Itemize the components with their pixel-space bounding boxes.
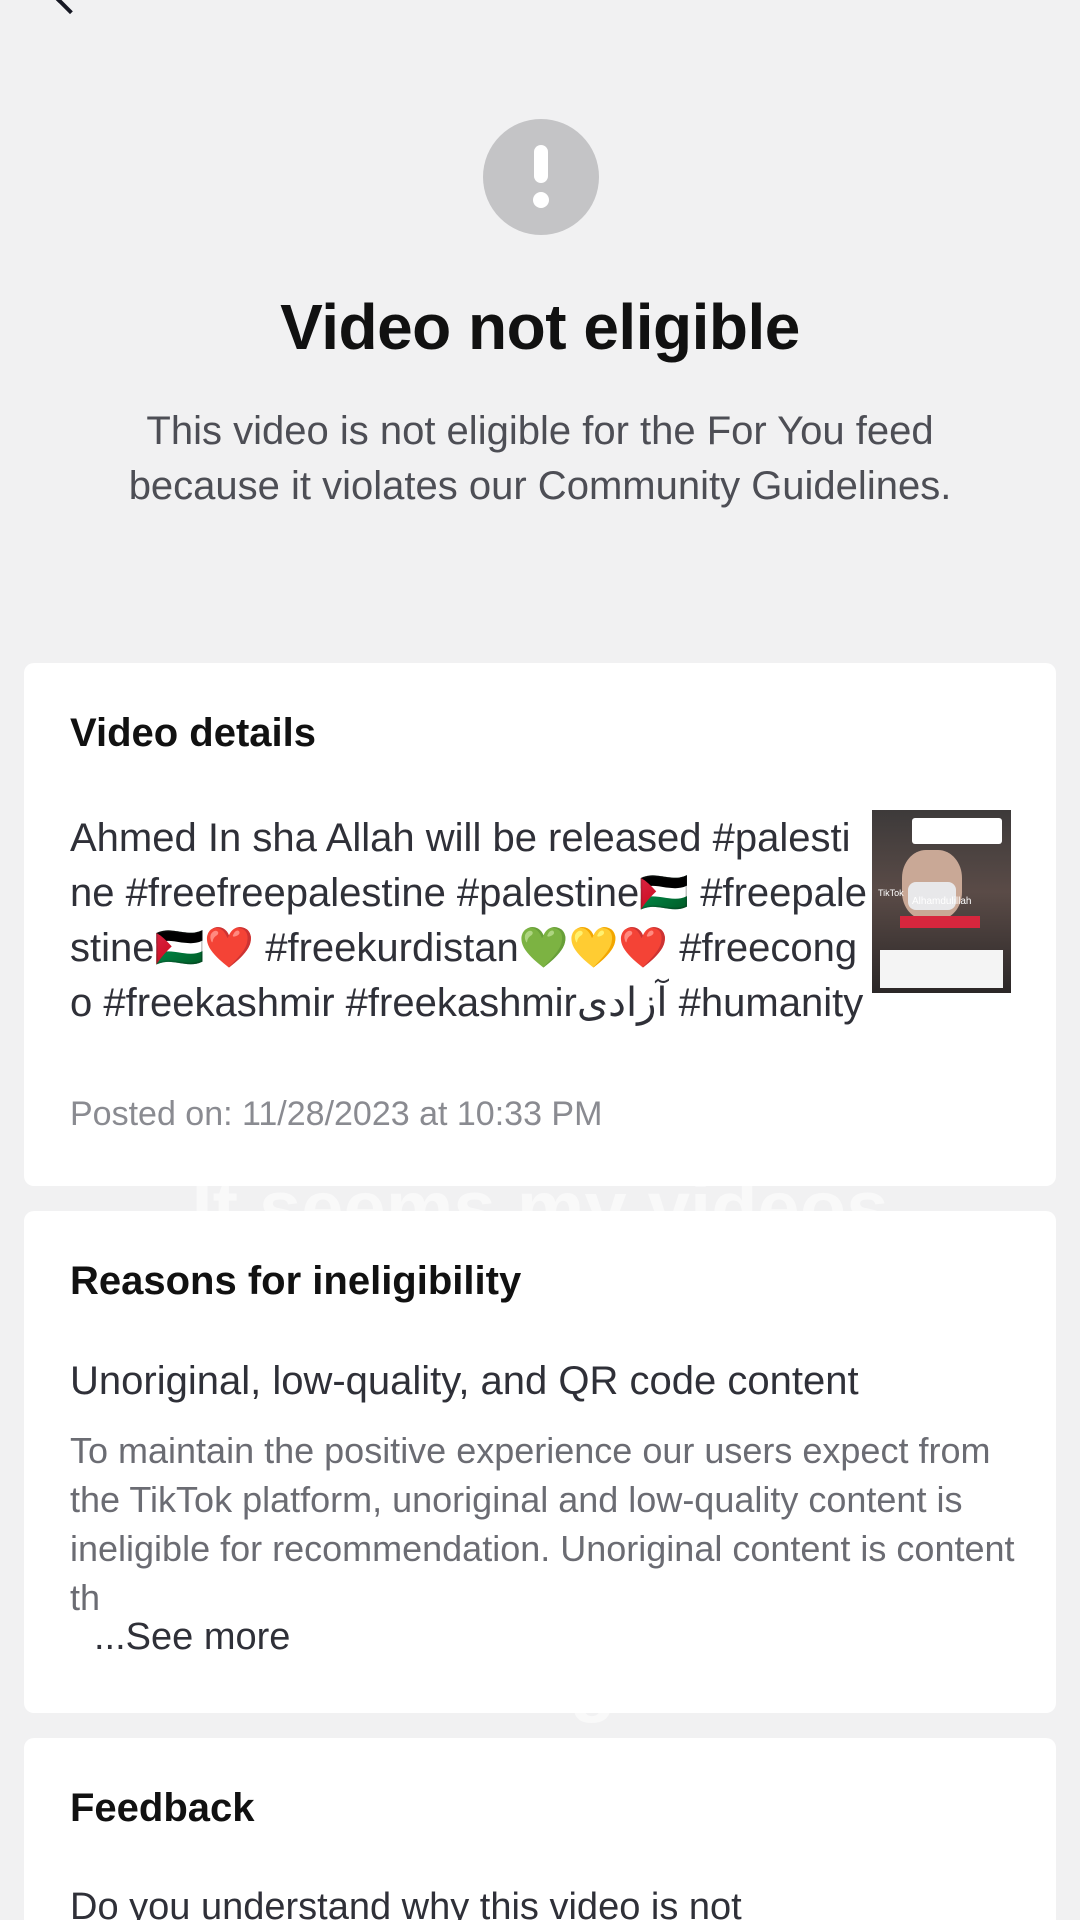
video-description: Ahmed In sha Allah will be released #pal… bbox=[70, 816, 868, 1025]
reason-heading: Unoriginal, low-quality, and QR code con… bbox=[70, 1359, 859, 1403]
exclamation-dot bbox=[533, 192, 549, 208]
posted-on-date: Posted on: 11/28/2023 at 10:33 PM bbox=[70, 1095, 603, 1133]
thumbnail-overlay-text: Alhamdulillah bbox=[912, 896, 972, 907]
page-subtitle: This video is not eligible for the For Y… bbox=[128, 409, 952, 508]
feedback-question: Do you understand why this video is not bbox=[70, 1886, 742, 1920]
see-more-link[interactable]: ...See more bbox=[94, 1616, 299, 1659]
exclamation-circle-icon bbox=[483, 119, 599, 235]
thumbnail-top-text bbox=[912, 818, 1002, 844]
feedback-card: Feedback Do you understand why this vide… bbox=[24, 1738, 1056, 1920]
reason-body: To maintain the positive experience our … bbox=[70, 1430, 1015, 1618]
video-details-title: Video details bbox=[70, 711, 317, 755]
page: Video not eligible This video is not eli… bbox=[0, 0, 1080, 1920]
video-thumbnail[interactable]: TikTok Alhamdulillah bbox=[872, 810, 1011, 993]
thumbnail-red-banner bbox=[900, 916, 980, 928]
thumbnail-caption-box bbox=[880, 950, 1003, 988]
exclamation-bar bbox=[534, 145, 548, 183]
reasons-title: Reasons for ineligibility bbox=[70, 1259, 522, 1303]
video-details-card: Video details Ahmed In sha Allah will be… bbox=[24, 663, 1056, 1186]
reasons-card: Reasons for ineligibility Unoriginal, lo… bbox=[24, 1211, 1056, 1713]
page-title: Video not eligible bbox=[280, 291, 800, 363]
back-arrow-icon[interactable] bbox=[55, 0, 85, 15]
feedback-title: Feedback bbox=[70, 1786, 255, 1830]
thumbnail-watermark: TikTok bbox=[878, 888, 904, 898]
